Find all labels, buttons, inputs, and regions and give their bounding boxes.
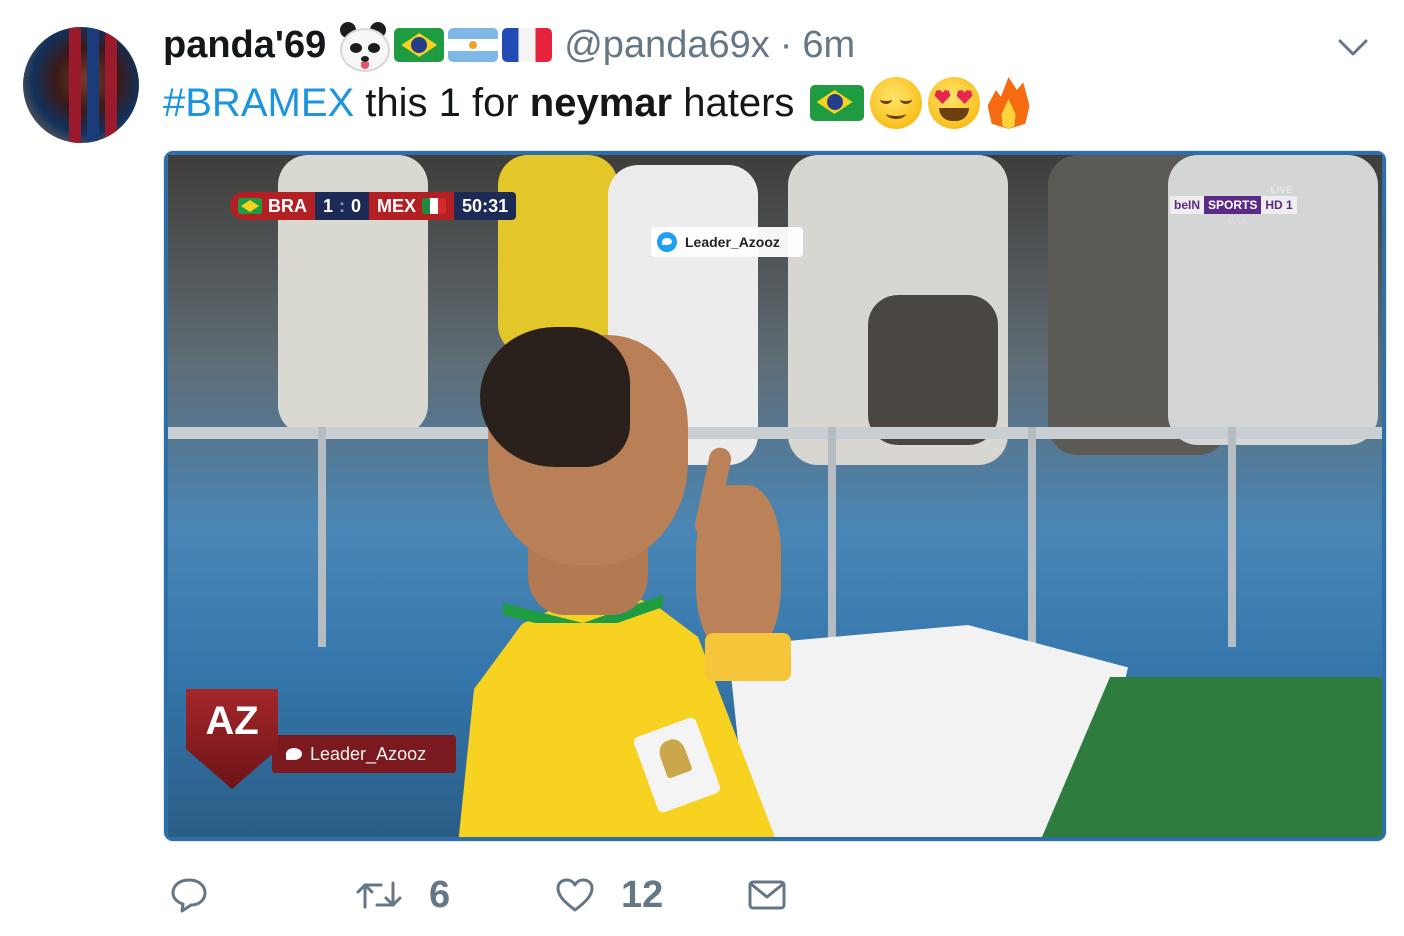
scorebug-home-score: 1 (323, 195, 334, 216)
scorebug-away: MEX (369, 192, 455, 220)
watermark-top: Leader_Azooz (651, 227, 803, 257)
tweet-text-part: haters (672, 80, 806, 125)
header-separator: · (779, 23, 793, 66)
retweet-button[interactable]: 6 (355, 860, 450, 930)
broadcaster-live: LIVE (1270, 185, 1293, 196)
az-logo: AZ (186, 689, 278, 789)
railing-post (1228, 427, 1236, 647)
watermark-top-handle: Leader_Azooz (685, 234, 780, 250)
direct-message-button[interactable] (747, 860, 787, 930)
reply-icon (171, 878, 207, 913)
railing-post (828, 427, 836, 647)
avatar-shirt-stripe (87, 27, 99, 143)
author-handle[interactable]: @panda69x (564, 24, 770, 67)
chevron-down-icon (1338, 39, 1368, 56)
scorebug-home-team: BRA (268, 195, 307, 216)
broadcaster-sports: SPORTS (1204, 196, 1262, 214)
scorebug-score: 1 : 0 (315, 192, 370, 220)
author-emoji-row (332, 20, 553, 72)
author-display-name[interactable]: panda'69 (163, 24, 326, 67)
player-hand (696, 485, 781, 655)
broadcaster-brand: beIN (1170, 196, 1205, 214)
like-count: 12 (621, 873, 664, 916)
tweet-timestamp[interactable]: 6m (802, 24, 855, 67)
twitter-bird-icon (286, 748, 302, 760)
scorebug-home: BRA (230, 192, 315, 220)
az-logo-text: AZ (205, 699, 259, 743)
retweet-count: 6 (429, 873, 451, 916)
envelope-icon (748, 880, 786, 910)
avatar-shirt-stripe (69, 27, 81, 143)
player-wristband (705, 633, 791, 681)
broadcaster-max: MAX (1227, 216, 1247, 226)
relieved-face-icon (869, 77, 922, 129)
scorebug-away-score: 0 (351, 195, 362, 216)
tweet-menu-button[interactable] (1336, 34, 1370, 60)
brazil-flag-icon (809, 85, 864, 121)
heart-icon (556, 878, 594, 912)
match-photo: BRA 1 : 0 MEX 50:31 Leader_Azooz LIVE be… (168, 155, 1382, 837)
reply-button[interactable] (169, 860, 235, 930)
railing-post (1028, 427, 1036, 647)
fire-icon (986, 77, 1032, 129)
retweet-icon (356, 881, 402, 909)
brazil-flag-icon (394, 28, 445, 62)
tweet-text-part: this 1 for (354, 80, 530, 125)
brazil-flag-icon (238, 198, 262, 214)
avatar-shirt-stripe (105, 27, 117, 143)
twitter-bird-icon (657, 232, 677, 252)
scorebug: BRA 1 : 0 MEX 50:31 (230, 192, 517, 220)
argentina-flag-icon (448, 28, 499, 62)
broadcaster-logo: LIVE beIN SPORTS HD 1 MAX (1170, 185, 1297, 226)
watermark-bottom-handle: Leader_Azooz (310, 743, 427, 764)
railing-post (318, 427, 326, 647)
panda-emoji-icon (336, 20, 391, 72)
crowd-bag (868, 295, 998, 445)
tweet-text-bold: neymar (529, 80, 673, 125)
hashtag-link[interactable]: #BRAMEX (163, 81, 354, 126)
stadium-railing (168, 427, 1382, 439)
like-button[interactable]: 12 (555, 860, 663, 930)
scorebug-clock: 50:31 (454, 192, 517, 220)
broadcaster-channel: HD 1 (1261, 196, 1297, 214)
france-flag-icon (502, 28, 553, 62)
mexico-flag-icon (422, 198, 447, 214)
player-hair (480, 327, 630, 467)
heart-eyes-face-icon (927, 77, 980, 129)
scorebug-away-team: MEX (377, 195, 417, 216)
watermark-bottom: Leader_Azooz (272, 735, 456, 773)
tweet-actions: 6 12 (163, 860, 823, 930)
author-avatar[interactable] (23, 27, 139, 143)
tweet-header: panda'69 @panda69x · 6m (163, 20, 855, 72)
scorebug-clock-time: 50:31 (462, 195, 509, 216)
tweet-media-image[interactable]: BRA 1 : 0 MEX 50:31 Leader_Azooz LIVE be… (163, 150, 1387, 842)
tweet-text: #BRAMEX this 1 for neymar haters (163, 76, 1032, 130)
crowd-fan (498, 155, 618, 355)
